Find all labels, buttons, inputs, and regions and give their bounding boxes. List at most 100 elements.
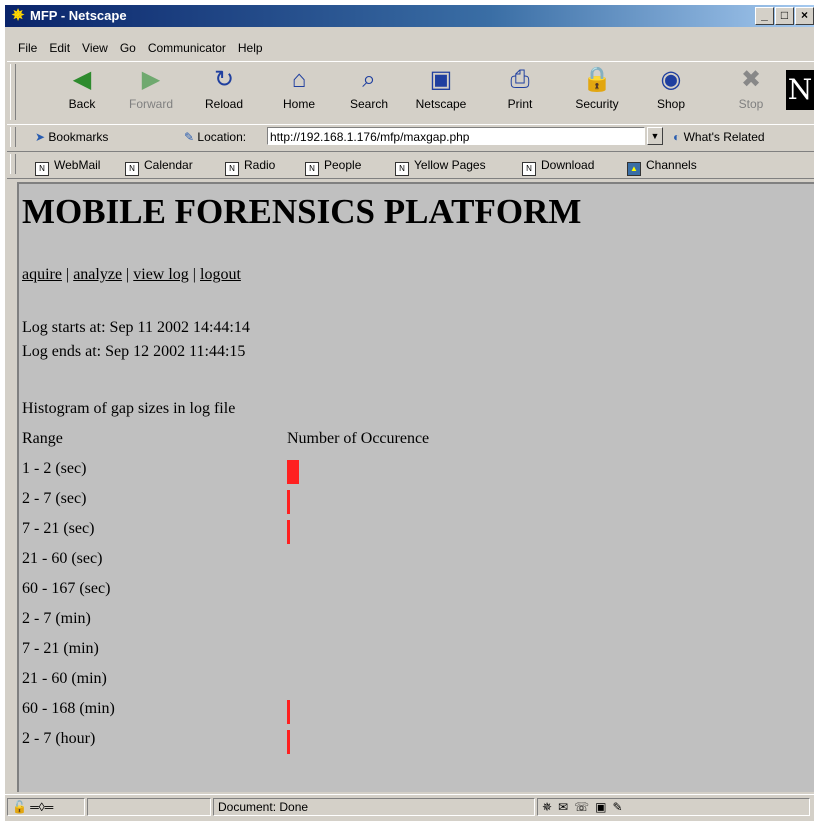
histogram-bar (287, 520, 290, 544)
progress-bar (87, 798, 211, 816)
nav-button-label: Print (507, 97, 533, 111)
link-aquire[interactable]: aquire (22, 266, 62, 283)
component-mail-icon[interactable]: ✉ (558, 800, 574, 814)
bookmark-page-icon: N (35, 162, 49, 176)
personal-yellow-pages[interactable]: N Yellow Pages (395, 158, 486, 176)
histogram-range-label: 2 - 7 (min) (22, 610, 91, 627)
component-bar[interactable]: ✵✉☏▣✎ (537, 798, 810, 816)
histogram-range-label: 21 - 60 (min) (22, 670, 107, 687)
histogram-header: Range Number of Occurence (22, 424, 429, 454)
component-address-icon[interactable]: ▣ (595, 800, 612, 814)
nav-links: aquire | analyze | view log | logout (22, 266, 241, 284)
bookmarks-icon: ➤ (35, 130, 46, 144)
nav-button-label: Shop (656, 97, 686, 111)
location-url-input[interactable]: http://192.168.1.176/mfp/maxgap.php (267, 127, 645, 145)
menu-view[interactable]: View (76, 38, 114, 58)
personal-radio[interactable]: N Radio (225, 158, 275, 176)
nav-button-label: Back (68, 97, 96, 111)
link-analyze[interactable]: analyze (73, 266, 122, 283)
close-button[interactable]: × (795, 7, 814, 25)
histogram-row: 60 - 167 (sec) (22, 574, 235, 604)
histogram-title: Histogram of gap sizes in log file (22, 400, 236, 417)
toolbar-grip[interactable] (10, 127, 16, 147)
toolbar-grip[interactable] (10, 64, 16, 120)
range-column-header: Range (22, 430, 63, 447)
histogram-bar (287, 730, 290, 754)
nav-button-label: Netscape (415, 97, 467, 111)
personal-download[interactable]: N Download (522, 158, 594, 176)
location-dropdown-button[interactable]: ▼ (647, 127, 663, 145)
shop-button[interactable]: ◉ Shop (643, 64, 699, 112)
histogram-row: 60 - 168 (min) (22, 694, 290, 724)
count-column-header: Number of Occurence (287, 430, 430, 447)
bookmark-page-icon: N (225, 162, 239, 176)
padlock-icon: 🔓 (12, 800, 27, 814)
histogram-bar (287, 460, 299, 484)
link-logout[interactable]: logout (200, 266, 241, 283)
personal-people[interactable]: N People (305, 158, 361, 176)
menu-go[interactable]: Go (114, 38, 142, 58)
netscape-button[interactable]: ▣ Netscape (413, 64, 469, 112)
menu-communicator[interactable]: Communicator (142, 38, 232, 58)
personal-channels[interactable]: ▲ Channels (627, 158, 697, 176)
forward-button[interactable]: ▶ Forward (123, 64, 179, 112)
nav-button-label: Home (282, 97, 315, 111)
link-view-log[interactable]: view log (133, 266, 189, 283)
chevron-down-icon: ▼ (650, 131, 660, 141)
search-button[interactable]: ⌕ Search (341, 64, 397, 112)
menu-edit[interactable]: Edit (43, 38, 76, 58)
reload-button[interactable]: ↻ Reload (196, 64, 252, 112)
nav-button-label: Stop (738, 97, 764, 111)
histogram-row: 21 - 60 (sec) (22, 544, 235, 574)
title-bar: ✵ MFP - Netscape _ □ × (5, 5, 814, 27)
minimize-button[interactable]: _ (755, 7, 774, 25)
histogram-range-label: 60 - 167 (sec) (22, 580, 111, 597)
histogram-row: 2 - 7 (sec) (22, 484, 290, 514)
connection-icon: ═◊═ (30, 800, 54, 814)
histogram-row: 2 - 7 (min) (22, 604, 235, 634)
bookmark-page-icon: N (305, 162, 319, 176)
bookmark-page-icon: N (522, 162, 536, 176)
maximize-button[interactable]: □ (775, 7, 794, 25)
page-content: MOBILE FORENSICS PLATFORM aquire | analy… (17, 182, 814, 792)
link-separator: | (122, 266, 134, 283)
histogram-range-label: 60 - 168 (min) (22, 700, 115, 717)
my-netscape-icon: ▣ (429, 66, 453, 93)
log-end: Log ends at: Sep 12 2002 11:44:15 (22, 343, 246, 360)
back-button[interactable]: ◀ Back (54, 64, 110, 112)
histogram-range-label: 2 - 7 (sec) (22, 490, 87, 507)
component-groups-icon[interactable]: ☏ (574, 800, 595, 814)
menu-file[interactable]: File (5, 38, 43, 58)
stop-button[interactable]: ✖ Stop (723, 64, 779, 112)
histogram-range-label: 1 - 2 (sec) (22, 460, 87, 477)
histogram-row: 7 - 21 (min) (22, 634, 235, 664)
menu-help[interactable]: Help (232, 38, 269, 58)
forward-arrow-icon: ▶ (141, 66, 161, 93)
personal-calendar[interactable]: N Calendar (125, 158, 193, 176)
component-navigator-icon[interactable]: ✵ (542, 800, 558, 814)
netscape-logo[interactable]: N (786, 70, 814, 110)
location-label: ✎ Location: (184, 130, 247, 144)
histogram-range-label: 7 - 21 (min) (22, 640, 99, 657)
security-status[interactable]: 🔓 ═◊═ (7, 798, 85, 816)
security-lock-icon: 🔒 (582, 66, 612, 93)
page-title: MOBILE FORENSICS PLATFORM (22, 192, 582, 231)
bookmarks-button[interactable]: ➤ Bookmarks (35, 130, 108, 144)
histogram-row: 1 - 2 (sec) (22, 454, 299, 484)
nav-button-label: Reload (204, 97, 244, 111)
component-composer-icon[interactable]: ✎ (612, 800, 628, 814)
back-arrow-icon: ◀ (72, 66, 92, 93)
print-button[interactable]: ⎙ Print (492, 64, 548, 112)
home-button[interactable]: ⌂ Home (271, 64, 327, 112)
search-icon: ⌕ (362, 66, 376, 93)
toolbar-grip[interactable] (10, 154, 16, 174)
shop-icon: ◉ (660, 66, 682, 93)
histogram-row: 21 - 60 (min) (22, 664, 235, 694)
histogram-bar (287, 490, 290, 514)
status-bar: 🔓 ═◊═ Document: Done ✵✉☏▣✎ (5, 794, 814, 821)
whats-related-button[interactable]: ◐ What's Related (673, 130, 765, 144)
histogram: Histogram of gap sizes in log file Range… (22, 394, 429, 754)
security-button[interactable]: 🔒 Security (569, 64, 625, 112)
channels-icon: ▲ (627, 162, 641, 176)
personal-webmail[interactable]: N WebMail (35, 158, 100, 176)
